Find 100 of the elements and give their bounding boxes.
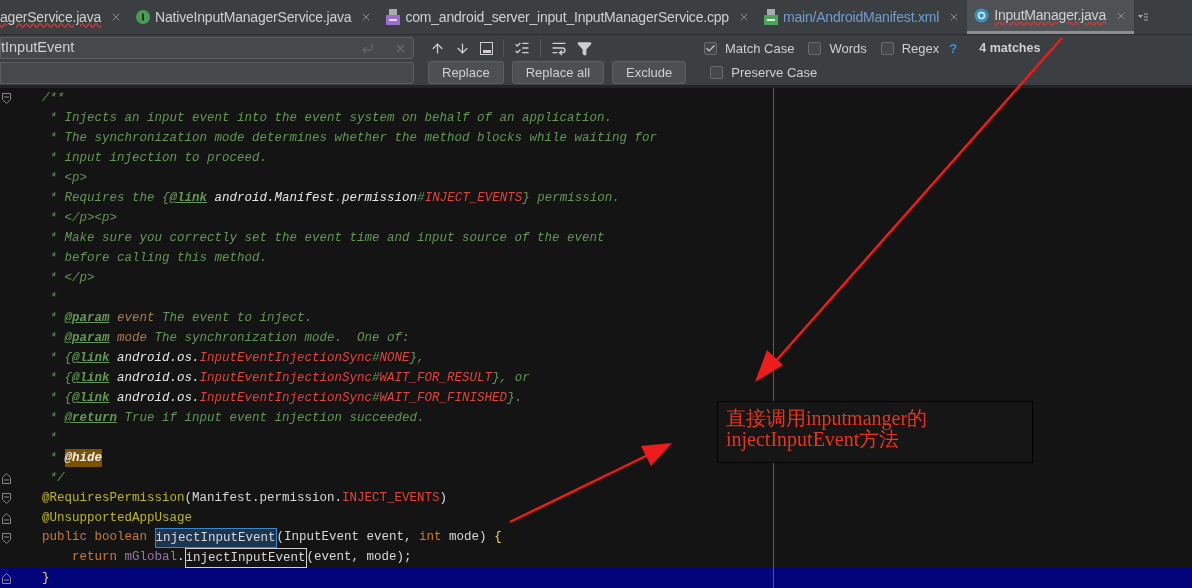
constant-name: NONE <box>379 350 410 367</box>
reference-text: android.os. <box>116 390 200 407</box>
comment-text: . <box>334 190 343 207</box>
annotation-text: 直接调用inputmanger的 <box>726 408 929 429</box>
annotation-text: injectInputEvent方法 <box>726 429 900 450</box>
comment-text: * </p> <box>48 270 95 287</box>
comment-text: * Make sure you correctly set the event time and input source of the event <box>48 230 605 247</box>
checkbox-label: Match Case <box>725 39 795 58</box>
comment-text: * Injects an input event into the event system on behalf of an application. <box>48 110 613 127</box>
reference-text: android.os. <box>116 350 200 367</box>
select-all-icon[interactable] <box>480 41 493 55</box>
parameter-name: mode <box>116 330 148 347</box>
javadoc-tag: @hide <box>64 449 103 467</box>
code-text: (InputEvent event, <box>276 529 413 546</box>
next-match-icon[interactable] <box>455 40 470 56</box>
keyword-text: public boolean <box>41 529 149 546</box>
comment-text: * </p><p> <box>48 210 118 227</box>
comment-text: * <box>48 410 58 427</box>
search-match: injectInputEvent <box>154 528 277 548</box>
replace-field[interactable] <box>0 61 414 84</box>
comment-text: */ <box>48 470 65 487</box>
match-count: 4 matches <box>979 39 1041 57</box>
filter-icon[interactable] <box>577 40 592 56</box>
brace-text: } <box>41 570 50 587</box>
interface-icon <box>136 10 151 24</box>
fold-icon[interactable] <box>1 572 11 584</box>
comment-text: * input injection to proceed. <box>48 150 268 167</box>
editor-tab[interactable]: com_android_server_input_InputManagerService.cpp <box>379 0 757 34</box>
editor-tab[interactable]: NativeInputManagerService.java <box>129 0 380 34</box>
field-name: mGlobal <box>124 549 178 566</box>
checkbox[interactable] <box>710 66 724 80</box>
constant-name: InputEventInjectionSync <box>199 390 373 407</box>
javadoc-tag: @param <box>64 309 110 327</box>
javadoc-tag: @link <box>72 389 110 407</box>
tab-label: agerService.java <box>0 7 102 27</box>
keyword-text: return <box>71 549 119 566</box>
comment-text: } permission. <box>522 190 620 207</box>
editor-tab[interactable]: agerService.java <box>0 0 130 34</box>
comment-text: * The synchronization mode determines whether the method blocks while waiting for <box>48 130 658 147</box>
constant-name: InputEventInjectionSync <box>199 350 373 367</box>
keyword-text: int <box>419 529 442 546</box>
action-button[interactable]: Exclude <box>612 61 687 85</box>
comment-text: }, <box>409 350 425 367</box>
javadoc-tag: @link <box>169 189 208 207</box>
editor-tab[interactable]: InputManager.java <box>967 0 1134 34</box>
editor-tab[interactable]: main/AndroidManifest.xml <box>756 0 968 34</box>
comment-text: }. <box>507 390 523 407</box>
comment-text: # <box>417 190 425 207</box>
reference-text: permission <box>342 190 418 207</box>
checkbox[interactable] <box>808 41 822 55</box>
fold-icon[interactable] <box>1 492 11 504</box>
manifest-file-icon <box>763 9 778 25</box>
fold-icon[interactable] <box>1 92 11 104</box>
fold-icon[interactable] <box>1 472 11 484</box>
javadoc-tag: @link <box>72 349 110 367</box>
tab-label: com_android_server_input_InputManagerService.cpp <box>405 7 729 27</box>
tab-list-icon[interactable] <box>1138 12 1148 22</box>
checkbox[interactable] <box>880 41 894 55</box>
code-text: (event, mode); <box>306 549 412 566</box>
fold-icon[interactable] <box>1 532 11 544</box>
constant-name: INJECT_EVENTS <box>342 490 440 507</box>
comment-text: /** <box>41 90 65 107</box>
checkbox-label: Preserve Case <box>731 64 818 82</box>
constant-name: WAIT_FOR_FINISHED <box>379 390 508 407</box>
constant-name: InputEventInjectionSync <box>199 370 373 387</box>
code-text: ) <box>439 490 448 507</box>
comment-text: * <p> <box>48 170 87 187</box>
tab-label: main/AndroidManifest.xml <box>782 7 940 27</box>
cpp-file-icon <box>386 9 401 25</box>
comment-text: * before calling this method. <box>48 250 268 267</box>
comment-text: # <box>372 370 380 387</box>
help-link[interactable]: ? <box>949 38 958 58</box>
javadoc-tag: @param <box>64 329 110 347</box>
constant-name: WAIT_FOR_RESULT <box>379 370 493 387</box>
action-button[interactable]: Replace <box>428 61 504 85</box>
previous-match-icon[interactable] <box>430 40 445 56</box>
code-text: mode) <box>448 529 488 546</box>
fold-icon[interactable] <box>1 512 11 524</box>
class-icon <box>974 8 990 23</box>
tab-label: InputManager.java <box>994 6 1106 25</box>
javadoc-tag: @link <box>72 369 110 387</box>
comment-text: True if input event injection succeeded. <box>123 410 425 427</box>
checkbox[interactable] <box>704 41 717 55</box>
wrap-icon[interactable] <box>551 40 567 57</box>
comment-text: The synchronization mode. One of: <box>153 330 410 347</box>
checkbox-label: Regex <box>901 39 940 58</box>
comment-text: * { <box>48 370 72 387</box>
comment-text: # <box>372 390 380 407</box>
code-text: (Manifest.permission. <box>184 490 343 507</box>
comment-text: * { <box>48 390 72 407</box>
action-button[interactable]: Replace all <box>511 61 605 85</box>
comment-text: }, or <box>492 370 530 387</box>
javadoc-tag: @return <box>64 409 118 427</box>
comment-text: * <box>48 330 58 347</box>
comment-text: * <box>48 450 58 467</box>
comment-text: # <box>372 350 380 367</box>
constant-name: INJECT_EVENTS <box>424 190 523 207</box>
comment-text: * <box>48 430 57 447</box>
checkbox-label: Words <box>829 39 867 58</box>
comment-text: * <box>48 290 57 307</box>
